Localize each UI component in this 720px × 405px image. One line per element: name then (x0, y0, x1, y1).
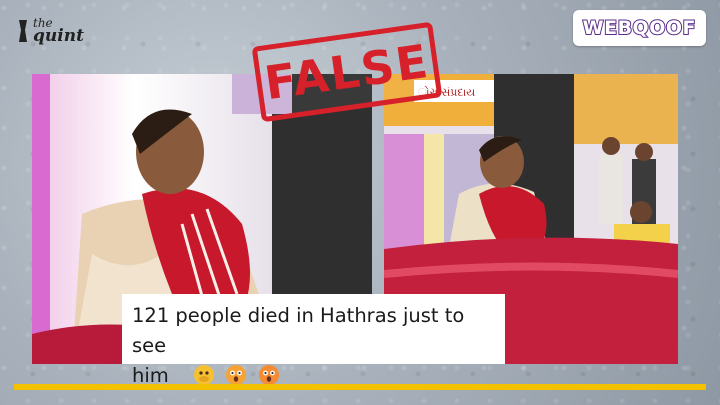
caption-line-1: 121 people died in Hathras just to see (132, 304, 465, 357)
webqoof-label: WEBQOOF (582, 16, 697, 40)
verdict-label: FALSE (261, 33, 433, 111)
astonished-face-icon (226, 365, 247, 385)
quint-mark-icon (19, 20, 27, 42)
astonished-face-icon (258, 365, 279, 385)
face-with-hand-over-mouth-icon (194, 365, 215, 385)
webqoof-logo: WEBQOOF (572, 10, 706, 46)
claim-caption: 121 people died in Hathras just to see h… (122, 294, 505, 387)
accent-bar (14, 384, 706, 390)
the-quint-logo: the quint (16, 14, 86, 48)
logo-word-quint: quint (33, 25, 84, 46)
